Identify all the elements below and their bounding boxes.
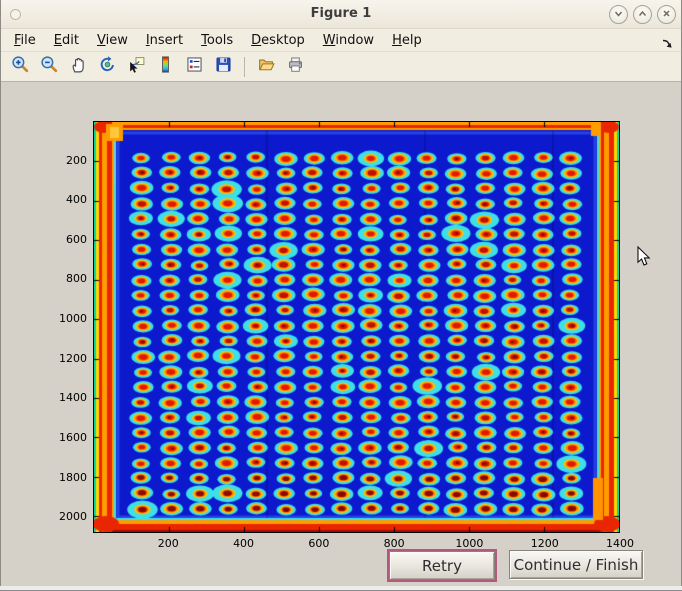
menu-tools[interactable]: Tools [192, 31, 242, 50]
close-icon [660, 5, 673, 24]
menu-desktop[interactable]: Desktop [242, 31, 314, 50]
zoom-out-button[interactable] [38, 56, 60, 78]
insert-legend-button[interactable] [183, 56, 205, 78]
maximize-button[interactable] [633, 5, 652, 24]
chevron-up-icon [636, 5, 649, 24]
insert-colorbar-button[interactable] [154, 56, 176, 78]
data-cursor-icon [127, 55, 146, 78]
menu-bar: File Edit View Insert Tools Desktop Wind… [1, 29, 681, 51]
y-tick-label: 1800 [47, 471, 87, 484]
open-folder-icon [257, 55, 276, 78]
figure-toolbar [1, 51, 681, 82]
menu-view[interactable]: View [88, 31, 137, 50]
chevron-down-icon [612, 5, 625, 24]
y-tick-label: 1600 [47, 431, 87, 444]
menu-edit[interactable]: Edit [45, 31, 88, 50]
close-button[interactable] [657, 5, 676, 24]
y-tick-label: 1000 [47, 312, 87, 325]
y-tick-label: 600 [47, 233, 87, 246]
dock-figure-arrow-icon[interactable] [661, 34, 673, 53]
minimize-button[interactable] [609, 5, 628, 24]
retry-button[interactable]: Retry [387, 549, 497, 582]
legend-icon [185, 55, 204, 78]
x-tick-label: 1200 [523, 537, 567, 550]
y-tick-label: 1400 [47, 391, 87, 404]
y-tick-label: 400 [47, 193, 87, 206]
y-tick-label: 2000 [47, 510, 87, 523]
zoom-in-icon [11, 55, 30, 78]
menu-window[interactable]: Window [314, 31, 383, 50]
y-tick-label: 200 [47, 154, 87, 167]
rotate-3d-button[interactable] [96, 56, 118, 78]
title-bar[interactable]: Figure 1 [1, 0, 681, 29]
zoom-in-button[interactable] [9, 56, 31, 78]
mouse-cursor-icon [637, 246, 652, 271]
printer-icon [286, 55, 305, 78]
colorbar-icon [156, 55, 175, 78]
desktop: Figure 1 [0, 0, 682, 591]
y-tick-label: 1200 [47, 352, 87, 365]
heatmap-axes[interactable] [93, 121, 620, 533]
rotate-3d-icon [98, 55, 117, 78]
data-cursor-button[interactable] [125, 56, 147, 78]
retry-button-label: Retry [422, 557, 462, 575]
x-tick-label: 600 [297, 537, 341, 550]
zoom-out-icon [40, 55, 59, 78]
open-file-button[interactable] [255, 56, 277, 78]
pan-hand-icon [69, 55, 88, 78]
y-tick-label: 800 [47, 272, 87, 285]
menu-help[interactable]: Help [383, 31, 431, 50]
menu-insert[interactable]: Insert [137, 31, 192, 50]
figure-window: Figure 1 [0, 0, 682, 586]
window-title: Figure 1 [1, 6, 681, 21]
continue-finish-button-label: Continue / Finish [514, 556, 639, 574]
save-figure-button[interactable] [212, 56, 234, 78]
continue-finish-button[interactable]: Continue / Finish [509, 550, 643, 579]
menu-file[interactable]: File [5, 31, 45, 50]
x-tick-label: 200 [146, 537, 190, 550]
desktop-edge [0, 586, 682, 591]
toolbar-separator [244, 57, 245, 77]
save-icon [214, 55, 233, 78]
pan-button[interactable] [67, 56, 89, 78]
x-tick-label: 1400 [598, 537, 642, 550]
print-figure-button[interactable] [284, 56, 306, 78]
heatmap-image[interactable] [94, 122, 619, 532]
x-tick-label: 400 [222, 537, 266, 550]
figure-canvas-area: 200 400 600 800 1000 1200 1400 1600 1800 2000 200… [1, 82, 681, 586]
